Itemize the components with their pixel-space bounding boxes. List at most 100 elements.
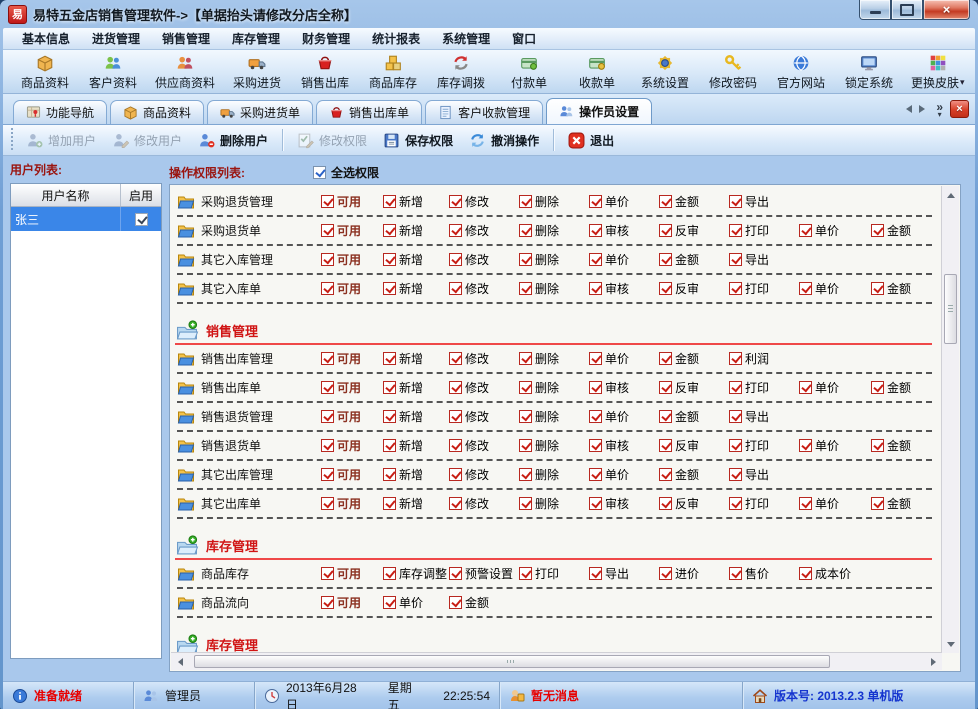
select-all-checkbox[interactable]: [313, 166, 326, 179]
permission-checkbox-删除[interactable]: [519, 195, 532, 208]
permission-checkbox-新增[interactable]: [383, 439, 396, 452]
permission-option-单价[interactable]: 单价: [589, 408, 659, 425]
permission-checkbox-金额[interactable]: [659, 195, 672, 208]
minimize-button[interactable]: [859, 0, 891, 20]
permission-option-可用[interactable]: 可用: [321, 437, 383, 454]
scroll-right-icon[interactable]: [925, 653, 942, 670]
permission-checkbox-导出[interactable]: [729, 410, 742, 423]
permission-checkbox-金额[interactable]: [449, 596, 462, 609]
menu-item-窗口[interactable]: 窗口: [501, 28, 547, 49]
action-button-delete-user[interactable]: 删除用户: [190, 129, 276, 152]
permission-checkbox-导出[interactable]: [729, 253, 742, 266]
permission-checkbox-单价[interactable]: [799, 497, 812, 510]
menu-item-财务管理[interactable]: 财务管理: [291, 28, 361, 49]
permission-option-删除[interactable]: 删除: [519, 251, 589, 268]
permission-option-可用[interactable]: 可用: [321, 222, 383, 239]
permission-checkbox-审核[interactable]: [589, 224, 602, 237]
toolbar-button-goods[interactable]: 商品资料: [11, 50, 79, 94]
permission-option-金额[interactable]: 金额: [871, 280, 942, 297]
permission-checkbox-删除[interactable]: [519, 352, 532, 365]
permission-option-打印[interactable]: 打印: [729, 280, 799, 297]
permission-option-进价[interactable]: 进价: [659, 565, 729, 582]
permission-option-金额[interactable]: 金额: [871, 222, 942, 239]
permission-option-单价[interactable]: 单价: [589, 350, 659, 367]
permission-option-金额[interactable]: 金额: [659, 350, 729, 367]
permission-option-新增[interactable]: 新增: [383, 466, 449, 483]
permission-option-导出[interactable]: 导出: [589, 565, 659, 582]
permission-checkbox-修改[interactable]: [449, 253, 462, 266]
permission-checkbox-新增[interactable]: [383, 468, 396, 481]
permission-checkbox-审核[interactable]: [589, 282, 602, 295]
permission-option-可用[interactable]: 可用: [321, 466, 383, 483]
toolbar-button-receipt[interactable]: 收款单: [563, 50, 631, 94]
permission-option-新增[interactable]: 新增: [383, 379, 449, 396]
permission-checkbox-导出[interactable]: [729, 195, 742, 208]
permission-option-反审[interactable]: 反审: [659, 280, 729, 297]
permission-checkbox-单价[interactable]: [589, 253, 602, 266]
toolbar-button-customers[interactable]: 客户资料: [79, 50, 147, 94]
toolbar-button-stock[interactable]: 商品库存: [359, 50, 427, 94]
permission-option-修改[interactable]: 修改: [449, 408, 519, 425]
permission-checkbox-单价[interactable]: [589, 195, 602, 208]
tab-商品资料[interactable]: 商品资料: [110, 100, 204, 124]
permission-checkbox-打印[interactable]: [729, 224, 742, 237]
tab-销售出库单[interactable]: 销售出库单: [316, 100, 422, 124]
permission-option-单价[interactable]: 单价: [799, 280, 871, 297]
toolbar-button-settings[interactable]: 系统设置: [631, 50, 699, 94]
permission-checkbox-打印[interactable]: [729, 381, 742, 394]
permission-checkbox-金额[interactable]: [659, 253, 672, 266]
permission-option-金额[interactable]: 金额: [449, 594, 519, 611]
permission-checkbox-金额[interactable]: [871, 282, 884, 295]
toolbar-button-website[interactable]: 官方网站: [767, 50, 835, 94]
menu-item-系统管理[interactable]: 系统管理: [431, 28, 501, 49]
permission-option-新增[interactable]: 新增: [383, 495, 449, 512]
permission-checkbox-反审[interactable]: [659, 224, 672, 237]
permission-option-可用[interactable]: 可用: [321, 251, 383, 268]
menu-item-销售管理[interactable]: 销售管理: [151, 28, 221, 49]
action-button-edit-user[interactable]: 修改用户: [104, 129, 190, 152]
permission-checkbox-打印[interactable]: [519, 567, 532, 580]
permission-option-打印[interactable]: 打印: [729, 379, 799, 396]
permission-checkbox-可用[interactable]: [321, 195, 334, 208]
permission-checkbox-新增[interactable]: [383, 352, 396, 365]
horizontal-scrollbar[interactable]: [171, 652, 942, 670]
permission-checkbox-可用[interactable]: [321, 439, 334, 452]
permission-checkbox-可用[interactable]: [321, 381, 334, 394]
permission-checkbox-删除[interactable]: [519, 224, 532, 237]
maximize-button[interactable]: [891, 0, 923, 20]
permission-checkbox-成本价[interactable]: [799, 567, 812, 580]
permission-option-删除[interactable]: 删除: [519, 437, 589, 454]
permission-option-新增[interactable]: 新增: [383, 437, 449, 454]
permission-option-修改[interactable]: 修改: [449, 350, 519, 367]
permission-checkbox-删除[interactable]: [519, 410, 532, 423]
action-button-add-user[interactable]: 增加用户: [18, 129, 104, 152]
tab-scroll-right-icon[interactable]: [919, 105, 929, 113]
permission-option-打印[interactable]: 打印: [729, 495, 799, 512]
toolbar-button-suppliers[interactable]: 供应商资料: [147, 50, 223, 94]
permission-option-可用[interactable]: 可用: [321, 495, 383, 512]
permission-checkbox-可用[interactable]: [321, 410, 334, 423]
permission-checkbox-单价[interactable]: [589, 468, 602, 481]
permission-option-单价[interactable]: 单价: [799, 495, 871, 512]
toolbar-button-skin[interactable]: 更换皮肤▾: [903, 50, 973, 94]
permission-option-新增[interactable]: 新增: [383, 408, 449, 425]
toolbar-button-purchase[interactable]: 采购进货: [223, 50, 291, 94]
close-tab-button[interactable]: ×: [950, 100, 969, 118]
permission-checkbox-新增[interactable]: [383, 195, 396, 208]
permission-checkbox-修改[interactable]: [449, 439, 462, 452]
permission-checkbox-金额[interactable]: [659, 468, 672, 481]
permission-option-可用[interactable]: 可用: [321, 594, 383, 611]
permission-option-售价[interactable]: 售价: [729, 565, 799, 582]
permission-checkbox-可用[interactable]: [321, 468, 334, 481]
permission-option-反审[interactable]: 反审: [659, 379, 729, 396]
permission-option-修改[interactable]: 修改: [449, 466, 519, 483]
action-button-undo[interactable]: 撤消操作: [461, 129, 547, 152]
permission-checkbox-删除[interactable]: [519, 468, 532, 481]
permission-checkbox-单价[interactable]: [589, 352, 602, 365]
permission-option-可用[interactable]: 可用: [321, 408, 383, 425]
permission-checkbox-修改[interactable]: [449, 224, 462, 237]
action-button-save[interactable]: 保存权限: [375, 129, 461, 152]
permission-option-审核[interactable]: 审核: [589, 379, 659, 396]
permission-option-反审[interactable]: 反审: [659, 222, 729, 239]
permission-option-单价[interactable]: 单价: [799, 222, 871, 239]
